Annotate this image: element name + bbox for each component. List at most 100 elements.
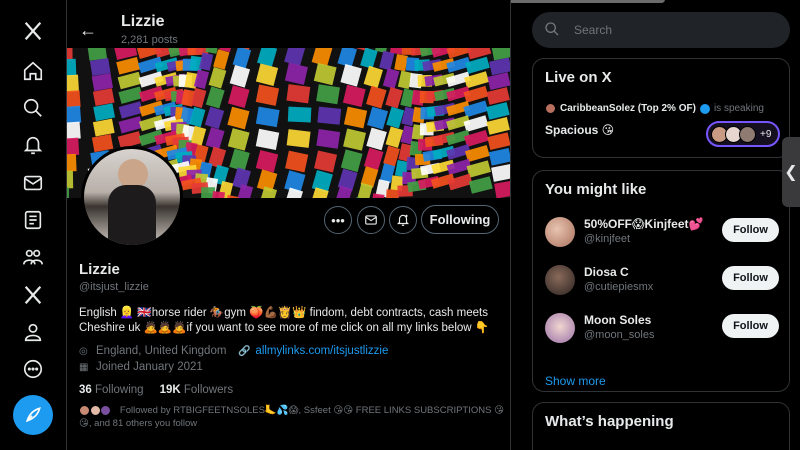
banner-tile bbox=[487, 132, 510, 151]
notify-button[interactable] bbox=[389, 206, 417, 234]
suggestion-item[interactable]: 50%OFF😱Kinjfeet💕 @kinjfeet Follow bbox=[545, 215, 781, 255]
back-arrow-icon[interactable]: ← bbox=[79, 20, 97, 41]
lists-icon[interactable] bbox=[19, 206, 47, 234]
header-post-count: 2,281 posts bbox=[121, 34, 178, 46]
banner-tile bbox=[255, 106, 280, 128]
compose-button[interactable] bbox=[13, 395, 53, 435]
suggestion-avatar bbox=[545, 217, 575, 247]
banner-tile bbox=[255, 63, 279, 87]
banner-tile bbox=[491, 163, 510, 182]
banner-tile bbox=[67, 187, 70, 198]
calendar-icon: ▦ bbox=[79, 361, 89, 373]
banner-tile bbox=[67, 105, 82, 124]
followers-link[interactable]: 19K Followers bbox=[160, 384, 234, 396]
live-space-name[interactable]: Spacious 😘 bbox=[545, 123, 614, 137]
banner-tile bbox=[67, 58, 77, 77]
avatar[interactable] bbox=[81, 146, 183, 248]
more-options-icon: ••• bbox=[331, 212, 345, 228]
banner-tile bbox=[211, 191, 225, 198]
profile-icon[interactable] bbox=[19, 318, 47, 346]
x-logo-icon[interactable] bbox=[19, 17, 47, 45]
banner-tile bbox=[67, 170, 74, 189]
banner-tile bbox=[117, 71, 142, 90]
followed-by[interactable]: Followed by RTBIGFEETNSOLES🦶💦😱, Ssfeet 😘… bbox=[79, 404, 504, 430]
banner-tile bbox=[116, 57, 141, 75]
banner-tile bbox=[386, 106, 405, 129]
banner-tile bbox=[205, 86, 225, 109]
banner-tile bbox=[93, 103, 116, 122]
banner-tile bbox=[494, 180, 510, 198]
banner-tile bbox=[468, 176, 493, 194]
live-host-row[interactable]: CaribbeanSolez (Top 2% OF) is speaking bbox=[545, 103, 764, 114]
banner-tile bbox=[360, 48, 378, 69]
follower-avatar bbox=[100, 404, 112, 416]
banner-tile bbox=[92, 88, 115, 107]
suggestion-name: Moon Soles bbox=[584, 313, 652, 327]
host-avatar bbox=[545, 103, 556, 114]
home-icon[interactable] bbox=[19, 57, 47, 85]
banner-tile bbox=[118, 101, 144, 119]
banner-tile bbox=[89, 58, 111, 77]
follow-button[interactable]: Follow bbox=[722, 218, 779, 242]
banner-tile bbox=[284, 48, 306, 67]
banner-tile bbox=[67, 137, 80, 156]
live-host-name: CaribbeanSolez (Top 2% OF) bbox=[560, 103, 696, 114]
messages-icon[interactable] bbox=[19, 169, 47, 197]
message-button[interactable] bbox=[357, 206, 385, 234]
suggestion-item[interactable]: Diosa C @cutiepiesmx Follow bbox=[545, 263, 781, 303]
follow-button[interactable]: Follow bbox=[722, 314, 779, 338]
follow-button[interactable]: Follow bbox=[722, 266, 779, 290]
live-card: Live on X CaribbeanSolez (Top 2% OF) is … bbox=[532, 58, 790, 158]
listener-avatar bbox=[739, 126, 756, 143]
profile-name: Lizzie bbox=[79, 261, 120, 278]
banner-tile bbox=[204, 106, 225, 129]
search-icon[interactable] bbox=[19, 94, 47, 122]
side-panel-handle[interactable]: ❮ bbox=[782, 137, 800, 207]
profile-joined-row: ▦ Joined January 2021 bbox=[79, 361, 203, 373]
live-title: Live on X bbox=[545, 69, 612, 86]
profile-link[interactable]: allmylinks.com/itsjustlizzie bbox=[255, 345, 388, 357]
header-title: Lizzie bbox=[121, 13, 165, 30]
more-icon[interactable] bbox=[19, 355, 47, 383]
banner-tile bbox=[205, 127, 225, 150]
banner-tile bbox=[91, 73, 114, 92]
banner-tile bbox=[340, 64, 362, 87]
banner-tile bbox=[488, 147, 510, 166]
suggestions-card: You might like 50%OFF😱Kinjfeet💕 @kinjfee… bbox=[532, 170, 790, 392]
more-options-button[interactable]: ••• bbox=[324, 206, 352, 234]
banner-tile bbox=[342, 84, 366, 108]
banner-tile bbox=[229, 148, 250, 172]
live-listeners[interactable]: +9 bbox=[706, 121, 780, 147]
banner-tile bbox=[340, 149, 363, 173]
chevron-left-icon: ❮ bbox=[784, 164, 798, 181]
banner-tile bbox=[363, 65, 383, 89]
banner-tile bbox=[67, 90, 81, 109]
banner-tile bbox=[227, 128, 250, 151]
banner-tile bbox=[118, 86, 143, 104]
banner-tile bbox=[382, 68, 400, 89]
trending-card: What’s happening bbox=[532, 402, 790, 450]
banner-tile bbox=[379, 50, 395, 71]
following-button[interactable]: Following bbox=[421, 205, 499, 234]
banner-tile bbox=[257, 48, 278, 67]
trending-title: What’s happening bbox=[545, 413, 674, 430]
banner-tile bbox=[466, 160, 491, 178]
search-input[interactable]: Search bbox=[532, 12, 790, 48]
message-icon bbox=[365, 215, 377, 225]
banner-tile bbox=[92, 118, 115, 137]
banner-tile bbox=[486, 117, 510, 135]
banner-tile bbox=[286, 129, 311, 148]
communities-icon[interactable] bbox=[19, 243, 47, 271]
notifications-icon[interactable] bbox=[19, 131, 47, 159]
following-link[interactable]: 36 Following bbox=[79, 384, 144, 396]
show-more-link[interactable]: Show more bbox=[545, 374, 606, 388]
suggestion-item[interactable]: Moon Soles @moon_soles Follow bbox=[545, 311, 781, 351]
banner-tile bbox=[317, 106, 342, 125]
banner-tile bbox=[67, 74, 79, 93]
location-icon: ◎ bbox=[79, 345, 88, 357]
profile-header: ← Lizzie 2,281 posts bbox=[67, 0, 510, 48]
premium-icon[interactable] bbox=[19, 281, 47, 309]
follow-stats: 36 Following 19K Followers bbox=[79, 384, 233, 396]
banner-tile bbox=[343, 128, 367, 151]
banner-tile bbox=[285, 150, 309, 173]
